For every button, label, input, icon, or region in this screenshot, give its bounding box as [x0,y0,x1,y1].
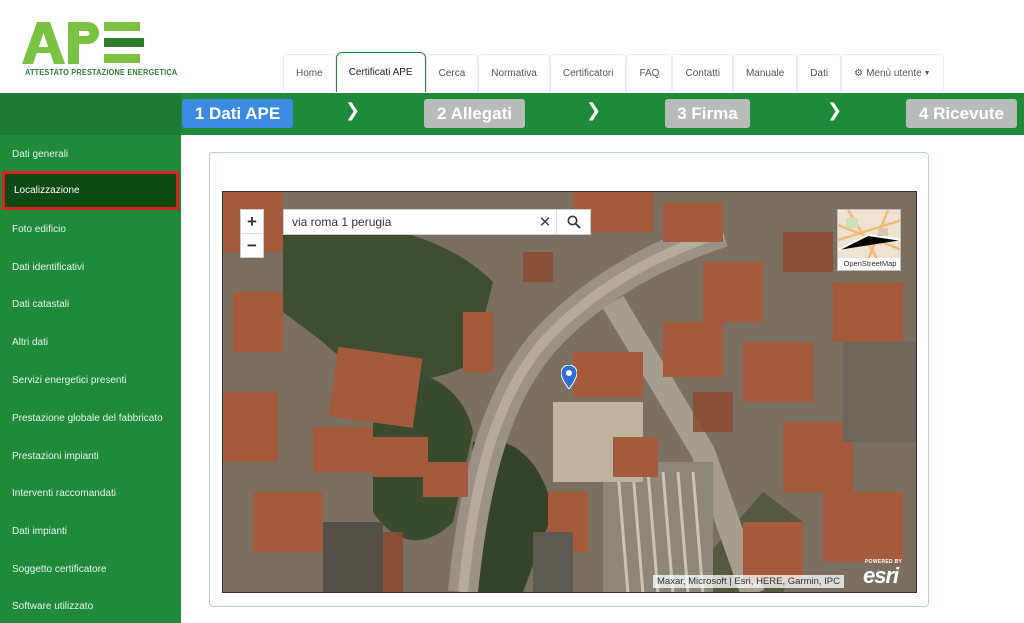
wizard-steps: 1 Dati APE ❯ 2 Allegati ❯ 3 Firma ❯ 4 Ri… [0,93,1024,135]
header: ATTESTATO PRESTAZIONE ENERGETICA Home Ce… [0,0,1024,93]
step-dati-ape[interactable]: 1 Dati APE [182,99,293,128]
map-attribution: Maxar, Microsoft | Esri, HERE, Garmin, I… [653,575,845,588]
chevron-right-icon: ❯ [345,100,361,120]
tab-label: Certificati APE [348,67,413,78]
sidebar-item-software-utilizzato[interactable]: Software utilizzato [0,587,181,623]
tab-label: Menù utente [866,68,922,79]
sidebar-item-prestazione-globale[interactable]: Prestazione globale del fabbricato [0,399,181,437]
sidebar-item-dati-impianti[interactable]: Dati impianti [0,512,181,550]
main-content: + − ✕ [181,135,1024,623]
sidebar-item-servizi-energetici[interactable]: Servizi energetici presenti [0,361,181,399]
sidebar-item-localizzazione[interactable]: Localizzazione [2,171,179,210]
sidebar-item-soggetto-certificatore[interactable]: Soggetto certificatore [0,550,181,588]
sidebar-item-dati-generali[interactable]: Dati generali [0,135,181,173]
tab-home[interactable]: Home [283,54,336,92]
tab-certificati-ape[interactable]: Certificati APE [335,52,426,92]
basemap-thumbnail [838,210,900,261]
ape-logo-mark [22,22,144,64]
esri-wordmark: esri [863,563,899,588]
location-pin-icon[interactable] [561,365,577,389]
tab-normativa[interactable]: Normativa [478,54,550,92]
tab-certificatori[interactable]: Certificatori [549,54,627,92]
search-icon [567,215,581,229]
tab-faq[interactable]: FAQ [626,54,673,92]
zoom-control: + − [240,209,264,258]
step-allegati[interactable]: 2 Allegati [424,99,525,128]
logo-tagline: ATTESTATO PRESTAZIONE ENERGETICA [25,68,178,77]
tab-dati[interactable]: Dati [797,54,842,92]
step-ricevute[interactable]: 4 Ricevute [906,99,1017,128]
esri-logo: POWERED BY esri [863,559,913,589]
tab-label: Contatti [685,68,720,79]
sidebar-item-altri-dati[interactable]: Altri dati [0,323,181,361]
tab-label: Home [296,68,323,79]
sidebar-item-dati-identificativi[interactable]: Dati identificativi [0,248,181,286]
sidebar-item-foto-edificio[interactable]: Foto edificio [0,210,181,248]
zoom-in-button[interactable]: + [241,210,263,234]
tab-label: Cerca [438,68,466,79]
zoom-out-button[interactable]: − [241,234,263,258]
tab-label: Normativa [491,68,537,79]
chevron-right-icon: ❯ [586,100,602,120]
tab-contatti[interactable]: Contatti [672,54,733,92]
tab-label: FAQ [639,68,660,79]
ape-logo[interactable]: ATTESTATO PRESTAZIONE ENERGETICA [22,20,177,82]
search-button[interactable] [556,210,590,234]
map-search: ✕ [283,209,591,235]
sidebar-item-dati-catastali[interactable]: Dati catastali [0,285,181,323]
caret-down-icon: ▼ [923,70,931,77]
tab-cerca[interactable]: Cerca [425,54,479,92]
tab-label: Certificatori [562,68,614,79]
stepbar-left-shade [0,93,181,135]
close-icon[interactable]: ✕ [534,210,556,234]
sidebar: Dati generali Localizzazione Foto edific… [0,135,181,623]
step-firma[interactable]: 3 Firma [665,99,750,128]
sidebar-item-interventi-raccomandati[interactable]: Interventi raccomandati [0,474,181,512]
tab-label: Manuale [745,68,785,79]
tab-manuale[interactable]: Manuale [732,54,798,92]
chevron-right-icon: ❯ [827,100,843,120]
basemap-label: OpenStreetMap [838,258,900,270]
top-nav: Home Certificati APE Cerca Normativa Cer… [283,52,944,92]
gear-icon: ⚙ [854,68,864,79]
tab-menu-utente[interactable]: ⚙ Menù utente ▼ [841,54,944,92]
satellite-map[interactable]: + − ✕ [222,191,917,593]
satellite-imagery [223,192,916,592]
map-search-input[interactable] [284,210,534,234]
basemap-toggle[interactable]: OpenStreetMap [837,209,901,271]
sidebar-item-prestazioni-impianti[interactable]: Prestazioni impianti [0,437,181,475]
tab-label: Dati [810,68,829,79]
localizzazione-panel: + − ✕ [209,152,929,607]
